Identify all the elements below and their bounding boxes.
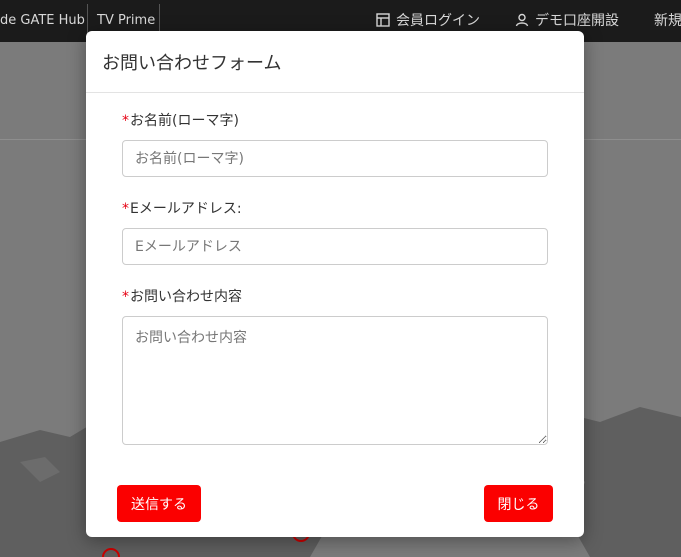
- name-field: *お名前(ローマ字): [122, 111, 548, 177]
- required-mark: *: [122, 201, 129, 217]
- contact-form: *お名前(ローマ字) *Eメールアドレス: *お問い合わせ内容: [122, 111, 548, 467]
- modal-title: お問い合わせフォーム: [102, 52, 282, 74]
- name-input[interactable]: [122, 140, 548, 177]
- message-label: *お問い合わせ内容: [122, 287, 548, 307]
- close-button[interactable]: 閉じる: [484, 485, 553, 522]
- message-field: *お問い合わせ内容: [122, 287, 548, 445]
- email-label: *Eメールアドレス:: [122, 199, 548, 219]
- message-label-text: お問い合わせ内容: [130, 289, 242, 305]
- required-mark: *: [122, 289, 129, 305]
- email-field: *Eメールアドレス:: [122, 199, 548, 265]
- modal-header: お問い合わせフォーム: [86, 31, 584, 93]
- contact-form-modal: お問い合わせフォーム *お名前(ローマ字) *Eメールアドレス: *お問い合わせ…: [86, 31, 584, 537]
- submit-button[interactable]: 送信する: [117, 485, 201, 522]
- email-label-text: Eメールアドレス:: [130, 201, 242, 217]
- email-input[interactable]: [122, 228, 548, 265]
- message-textarea[interactable]: [122, 316, 548, 445]
- name-label-text: お名前(ローマ字): [130, 113, 239, 129]
- name-label: *お名前(ローマ字): [122, 111, 548, 131]
- required-mark: *: [122, 113, 129, 129]
